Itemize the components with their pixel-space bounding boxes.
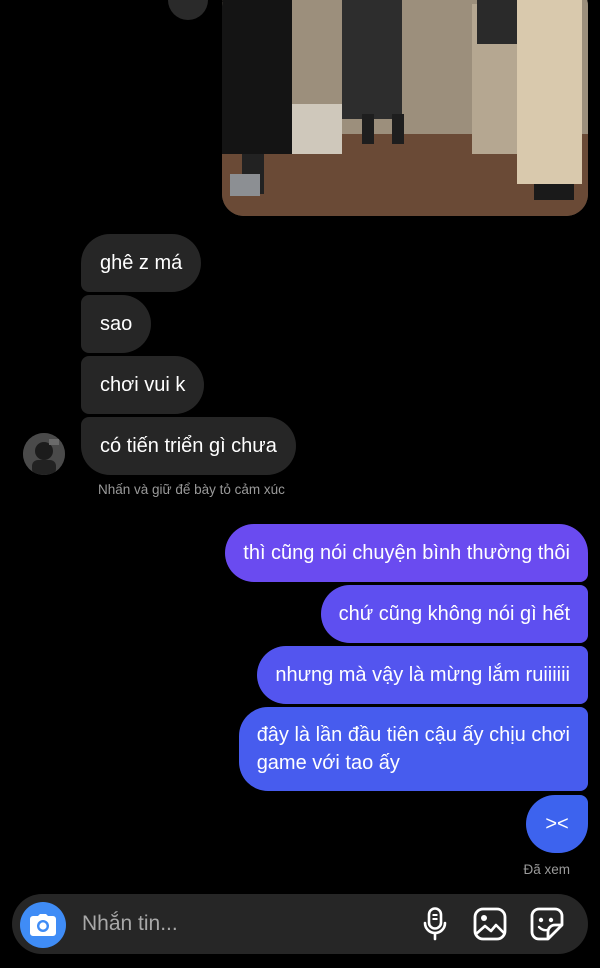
sent-message[interactable]: đây là lần đầu tiên cậu ấy chịu chơi gam… (238, 707, 588, 791)
message-text: ghê z má (100, 252, 183, 274)
message-text: chứ cũng không nói gì hết (338, 603, 570, 625)
message-input[interactable]: Nhắn tin... (82, 912, 178, 936)
media-message[interactable] (222, 0, 588, 216)
seen-status: Đã xem (523, 862, 570, 877)
received-message[interactable]: sao (81, 295, 152, 353)
camera-icon (30, 914, 56, 936)
message-text-line: đây là lần đầu tiên cậu ấy chịu chơi (256, 724, 570, 746)
reaction-hint: Nhấn và giữ để bày tỏ cảm xúc (98, 482, 285, 497)
gallery-icon (473, 907, 507, 941)
message-text: thì cũng nói chuyện bình thường thôi (243, 542, 570, 564)
message-text: sao (100, 313, 133, 335)
received-message[interactable]: ghê z má (81, 234, 202, 292)
sent-message[interactable]: chứ cũng không nói gì hết (320, 585, 588, 643)
avatar-image (23, 433, 65, 475)
sent-message[interactable]: thì cũng nói chuyện bình thường thôi (225, 524, 588, 582)
gallery-button[interactable] (470, 904, 510, 944)
message-text: chơi vui k (100, 374, 186, 396)
sticker-icon (530, 907, 564, 941)
sender-avatar-partial[interactable] (168, 0, 208, 20)
received-message[interactable]: chơi vui k (81, 356, 205, 414)
voice-button[interactable] (415, 904, 455, 944)
video-thumbnail (222, 0, 588, 216)
message-text: nhưng mà vậy là mừng lắm ruiiiiii (275, 664, 570, 686)
message-text-line: game với tao ấy (256, 752, 400, 774)
sent-message[interactable]: nhưng mà vậy là mừng lắm ruiiiiii (257, 646, 588, 704)
sender-avatar[interactable] (23, 433, 65, 475)
sent-message[interactable]: >< (526, 795, 588, 853)
camera-button[interactable] (20, 902, 66, 948)
sticker-button[interactable] (527, 904, 567, 944)
received-message[interactable]: có tiến triển gì chưa (81, 417, 296, 475)
message-text: có tiến triển gì chưa (100, 435, 277, 457)
microphone-icon (423, 907, 447, 941)
message-text: >< (545, 813, 569, 835)
